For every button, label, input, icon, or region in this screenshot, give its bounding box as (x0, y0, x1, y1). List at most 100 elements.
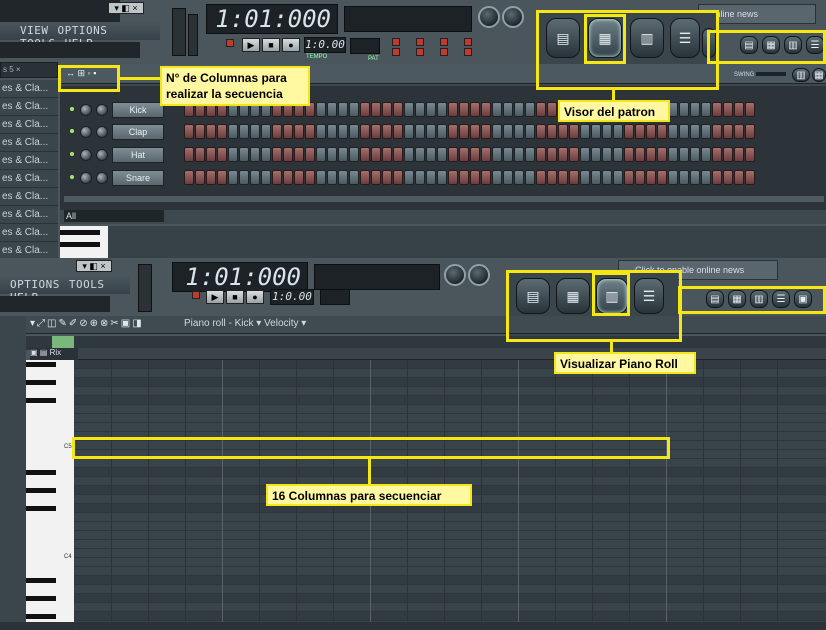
step-button[interactable] (514, 124, 524, 139)
channel-led[interactable] (70, 175, 74, 179)
step-button[interactable] (481, 147, 491, 162)
stop-button[interactable]: ■ (262, 38, 280, 52)
step-button[interactable] (514, 147, 524, 162)
step-button[interactable] (701, 124, 711, 139)
window-controls-2[interactable]: ▾ ◧ × (76, 260, 112, 272)
step-edit-toggle[interactable] (464, 38, 472, 46)
pan-knob[interactable] (80, 104, 92, 116)
black-key[interactable] (26, 506, 56, 511)
step-button[interactable] (536, 170, 546, 185)
step-button[interactable] (206, 170, 216, 185)
step-button[interactable] (668, 170, 678, 185)
step-button[interactable] (690, 124, 700, 139)
master-pitch-slider[interactable] (188, 14, 198, 56)
step-button[interactable] (690, 102, 700, 117)
pattern-song-switch[interactable] (226, 39, 234, 47)
step-button[interactable] (404, 102, 414, 117)
black-key[interactable] (26, 596, 56, 601)
graph-editor-toggle[interactable]: ▥ (792, 68, 810, 82)
step-button[interactable] (459, 147, 469, 162)
step-button[interactable] (591, 124, 601, 139)
step-button[interactable] (745, 147, 755, 162)
step-button[interactable] (723, 147, 733, 162)
step-button[interactable] (272, 170, 282, 185)
menu-tools-2[interactable]: TOOLS (69, 278, 105, 291)
step-button[interactable] (184, 124, 194, 139)
step-button[interactable] (734, 102, 744, 117)
step-button[interactable] (657, 147, 667, 162)
step-button[interactable] (492, 170, 502, 185)
stop-button-2[interactable]: ■ (226, 290, 244, 304)
step-button[interactable] (448, 102, 458, 117)
step-button[interactable] (712, 124, 722, 139)
step-button[interactable] (239, 170, 249, 185)
step-button[interactable] (503, 102, 513, 117)
step-button[interactable] (635, 147, 645, 162)
step-button[interactable] (382, 124, 392, 139)
step-button[interactable] (602, 124, 612, 139)
step-button[interactable] (393, 102, 403, 117)
step-button[interactable] (184, 147, 194, 162)
black-key[interactable] (26, 380, 56, 385)
step-button[interactable] (294, 147, 304, 162)
channel-button-kick[interactable]: Kick (112, 102, 164, 118)
metronome-toggle[interactable] (392, 38, 400, 46)
menu-view[interactable]: VIEW (20, 24, 49, 37)
step-button[interactable] (371, 124, 381, 139)
step-button[interactable] (294, 170, 304, 185)
step-button[interactable] (228, 170, 238, 185)
step-button[interactable] (437, 147, 447, 162)
step-button[interactable] (228, 147, 238, 162)
step-button[interactable] (481, 102, 491, 117)
step-button[interactable] (646, 147, 656, 162)
master-volume-slider[interactable] (172, 8, 186, 56)
step-button[interactable] (338, 102, 348, 117)
step-button[interactable] (305, 147, 315, 162)
step-button[interactable] (690, 170, 700, 185)
browser-item[interactable]: es & Cla... (0, 188, 58, 206)
tempo-display[interactable]: 1:0.00 (304, 37, 346, 53)
step-button[interactable] (492, 124, 502, 139)
black-key[interactable] (26, 578, 56, 583)
step-button[interactable] (547, 124, 557, 139)
step-button[interactable] (360, 102, 370, 117)
step-button[interactable] (503, 170, 513, 185)
step-button[interactable] (239, 124, 249, 139)
step-button[interactable] (492, 102, 502, 117)
step-button[interactable] (580, 170, 590, 185)
step-button[interactable] (745, 170, 755, 185)
channel-led[interactable] (70, 107, 74, 111)
step-button[interactable] (591, 170, 601, 185)
step-button[interactable] (624, 124, 634, 139)
step-button[interactable] (382, 102, 392, 117)
step-button[interactable] (415, 170, 425, 185)
sequencer-scrollbar[interactable] (64, 196, 824, 202)
step-button[interactable] (338, 170, 348, 185)
step-button[interactable] (382, 170, 392, 185)
step-button[interactable] (470, 147, 480, 162)
step-button[interactable] (602, 170, 612, 185)
step-button[interactable] (602, 147, 612, 162)
step-button[interactable] (448, 124, 458, 139)
step-button[interactable] (723, 124, 733, 139)
step-button[interactable] (712, 147, 722, 162)
step-button[interactable] (547, 102, 557, 117)
pan-knob[interactable] (80, 126, 92, 138)
step-button[interactable] (503, 124, 513, 139)
master-volume-slider-2[interactable] (138, 264, 152, 312)
step-button[interactable] (679, 124, 689, 139)
step-button[interactable] (261, 147, 271, 162)
step-button[interactable] (657, 124, 667, 139)
step-button[interactable] (349, 124, 359, 139)
step-button[interactable] (250, 124, 260, 139)
blend-notes-toggle[interactable] (392, 48, 400, 56)
step-button[interactable] (195, 124, 205, 139)
step-button[interactable] (327, 147, 337, 162)
volume-knob[interactable] (96, 126, 108, 138)
step-button[interactable] (481, 170, 491, 185)
step-button[interactable] (569, 124, 579, 139)
step-button[interactable] (437, 102, 447, 117)
step-button[interactable] (316, 124, 326, 139)
step-button[interactable] (679, 102, 689, 117)
step-button[interactable] (745, 124, 755, 139)
